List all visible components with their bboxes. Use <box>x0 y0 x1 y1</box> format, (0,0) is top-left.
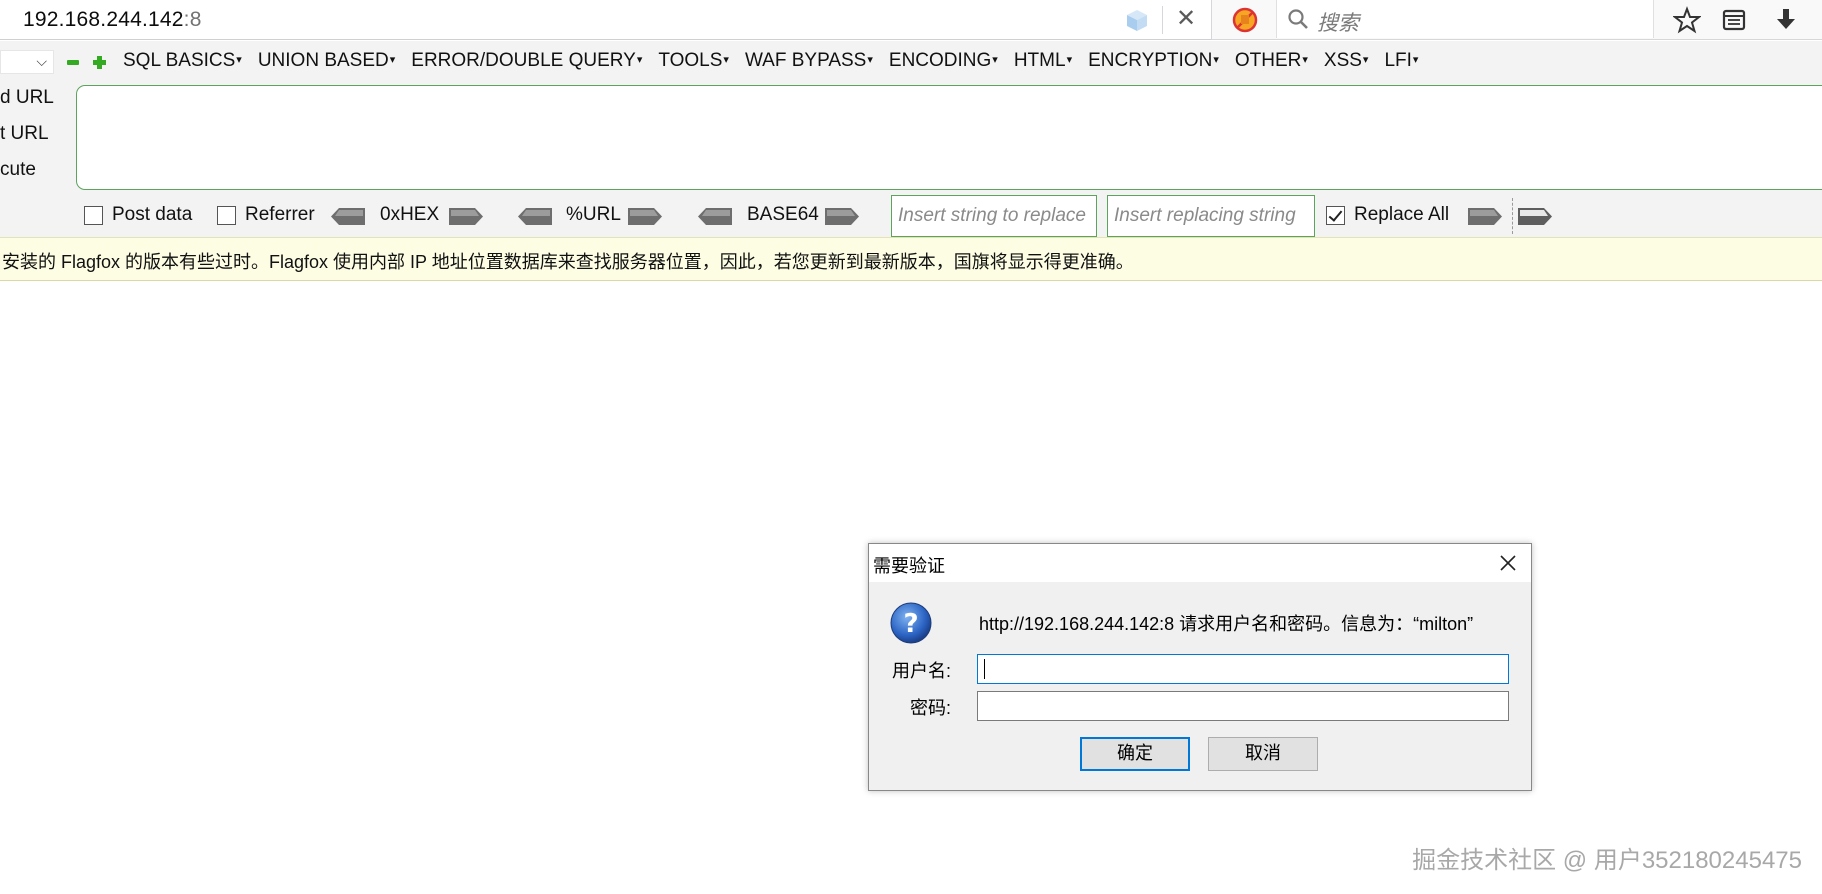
hex-label: 0xHEX <box>380 204 440 225</box>
referrer-checkbox[interactable] <box>217 206 236 225</box>
dialog-title: 需要验证 <box>873 556 945 576</box>
bookmark-star-icon[interactable] <box>1673 6 1701 34</box>
stop-loading-icon[interactable]: ✕ <box>1175 5 1197 33</box>
hackbar-menu: SQL BASICS▾ UNION BASED▾ ERROR/DOUBLE QU… <box>123 50 1434 72</box>
dialog-message: http://192.168.244.142:8 请求用户名和密码。信息为：“m… <box>979 614 1474 634</box>
notification-bar: 安装的 Flagfox 的版本有些过时。Flagfox 使用内部 IP 地址位置… <box>0 237 1822 281</box>
menu-html[interactable]: HTML▾ <box>1014 50 1072 72</box>
close-icon[interactable] <box>1491 548 1525 578</box>
reading-list-icon[interactable] <box>1720 6 1748 34</box>
notification-text: 安装的 Flagfox 的版本有些过时。Flagfox 使用内部 IP 地址位置… <box>2 252 1134 272</box>
url-textarea[interactable] <box>76 85 1822 190</box>
auth-dialog: 需要验证 ? http://192.168.244.142:8 请求用户名和密码… <box>868 543 1532 791</box>
post-data-label: Post data <box>112 204 193 225</box>
menu-waf-bypass[interactable]: WAF BYPASS▾ <box>745 50 873 72</box>
load-url-button[interactable]: d URL <box>0 87 54 109</box>
flagfox-icon[interactable] <box>1232 7 1258 33</box>
text-cursor <box>984 659 985 679</box>
decrease-icon[interactable] <box>67 60 79 65</box>
referrer-label: Referrer <box>245 204 315 225</box>
chevron-down-icon: ⌵ <box>36 53 47 69</box>
menu-tools[interactable]: TOOLS▾ <box>658 50 729 72</box>
menu-lfi[interactable]: LFI▾ <box>1384 50 1418 72</box>
hex-decode-arrow-icon[interactable] <box>331 208 365 225</box>
download-icon[interactable] <box>1772 6 1800 34</box>
menu-error-double-query[interactable]: ERROR/DOUBLE QUERY▾ <box>411 50 642 72</box>
url-encode-arrow-icon[interactable] <box>628 208 662 225</box>
hackbar-options-row: Post data Referrer 0xHEX %URL BASE64 Ins… <box>0 194 1822 238</box>
watermark: 掘金技术社区 @ 用户352180245475 <box>1412 847 1802 874</box>
question-icon: ? <box>890 602 932 644</box>
replace-all-checkbox[interactable] <box>1326 206 1345 225</box>
replace-left-arrow-icon[interactable] <box>1518 208 1552 225</box>
replacing-string-input[interactable]: Insert replacing string <box>1107 195 1315 237</box>
menu-xss[interactable]: XSS▾ <box>1324 50 1369 72</box>
options-separator <box>1512 198 1513 234</box>
browser-toolbar: 192.168.244.142:8 ✕ 搜索 <box>0 0 1822 40</box>
page-action-cube-icon[interactable] <box>1124 7 1150 33</box>
url-decode-arrow-icon[interactable] <box>518 208 552 225</box>
hackbar-select[interactable]: ⌵ <box>0 50 54 74</box>
address-url[interactable]: 192.168.244.142:8 <box>23 8 202 32</box>
hackbar-toolbar: ⌵ SQL BASICS▾ UNION BASED▾ ERROR/DOUBLE … <box>0 41 1822 81</box>
username-label: 用户名: <box>891 661 951 681</box>
menu-encoding[interactable]: ENCODING▾ <box>889 50 998 72</box>
replace-right-arrow-icon[interactable] <box>1468 208 1502 225</box>
menu-encryption[interactable]: ENCRYPTION▾ <box>1088 50 1219 72</box>
menu-other[interactable]: OTHER▾ <box>1235 50 1308 72</box>
address-bar[interactable]: 192.168.244.142:8 ✕ <box>0 0 1212 40</box>
svg-text:?: ? <box>903 609 918 639</box>
dialog-titlebar[interactable]: 需要验证 <box>869 544 1531 582</box>
search-icon <box>1288 9 1308 29</box>
base64-encode-arrow-icon[interactable] <box>825 208 859 225</box>
hex-encode-arrow-icon[interactable] <box>449 208 483 225</box>
base64-decode-arrow-icon[interactable] <box>698 208 732 225</box>
search-placeholder: 搜索 <box>1317 12 1359 35</box>
menu-union-based[interactable]: UNION BASED▾ <box>258 50 395 72</box>
replace-string-input[interactable]: Insert string to replace <box>891 195 1097 237</box>
base64-label: BASE64 <box>747 204 819 225</box>
replace-all-label: Replace All <box>1354 204 1450 225</box>
split-url-button[interactable]: t URL <box>0 123 49 145</box>
url-label: %URL <box>566 204 621 225</box>
password-input[interactable] <box>977 691 1509 721</box>
menu-sql-basics[interactable]: SQL BASICS▾ <box>123 50 242 72</box>
execute-button[interactable]: cute <box>0 159 36 181</box>
password-label: 密码: <box>909 698 951 718</box>
ok-button[interactable]: 确定 <box>1080 737 1190 771</box>
cancel-button[interactable]: 取消 <box>1208 737 1318 771</box>
increase-icon[interactable] <box>93 56 106 69</box>
username-input[interactable] <box>977 654 1509 684</box>
address-separator <box>1162 6 1163 34</box>
post-data-checkbox[interactable] <box>84 206 103 225</box>
search-box[interactable]: 搜索 <box>1276 0 1654 38</box>
